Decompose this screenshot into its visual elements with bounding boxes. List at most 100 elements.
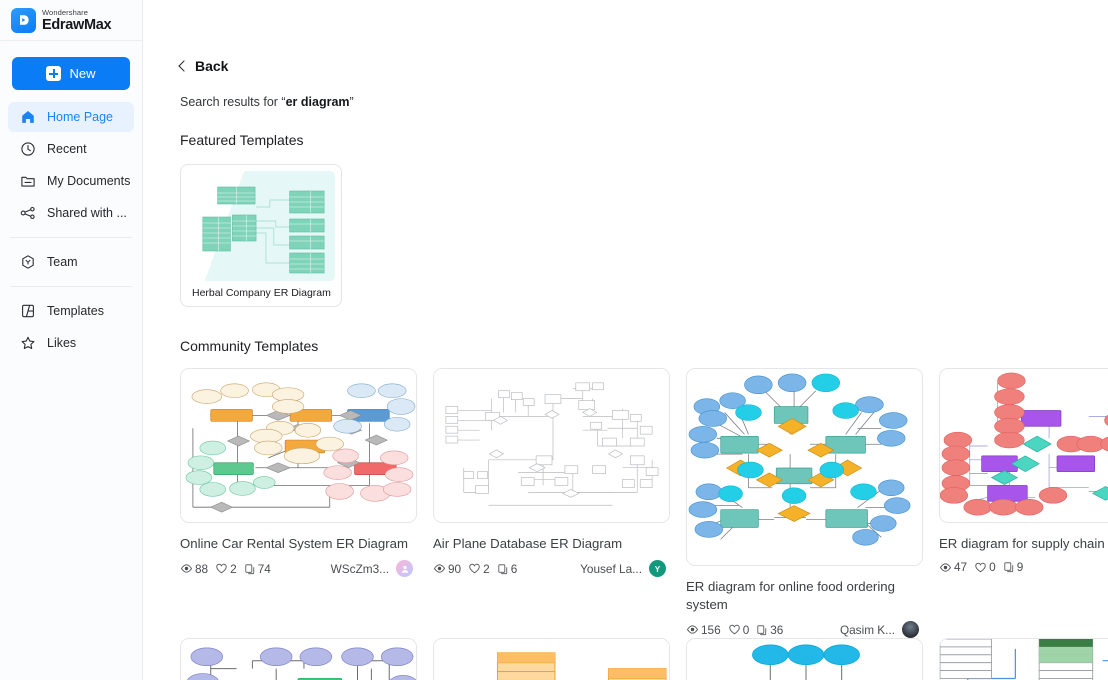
views-count: 88	[195, 561, 209, 576]
copies-count: 74	[257, 561, 271, 576]
author-name: Qasim K...	[839, 622, 895, 637]
home-icon	[20, 109, 36, 125]
search-prefix: Search results for “	[180, 95, 286, 109]
app-root: Wondershare EdrawMax New Home Page Recen…	[0, 0, 1108, 680]
likes-stat: 0	[974, 560, 996, 574]
logo-text: Wondershare EdrawMax	[42, 8, 112, 33]
template-meta: 90 2 6 Yousef La... Y	[433, 560, 666, 578]
likes-count: 0	[742, 622, 750, 637]
templates-icon	[20, 303, 36, 319]
heart-icon	[468, 562, 481, 575]
sidebar-divider	[10, 286, 132, 287]
copies-count: 6	[510, 561, 518, 576]
template-title: Online Car Rental System ER Diagram	[180, 536, 408, 551]
featured-template-card[interactable]: Herbal Company ER Diagram	[180, 164, 342, 307]
search-suffix: ”	[349, 95, 354, 109]
sidebar-item-recent[interactable]: Recent	[8, 134, 134, 164]
likes-stat: 2	[215, 562, 237, 576]
heart-icon	[728, 623, 741, 636]
sidebar-item-templates[interactable]: Templates	[8, 296, 134, 326]
avatar	[396, 560, 413, 578]
heart-icon	[215, 562, 228, 575]
sidebar-item-label: Recent	[47, 142, 87, 156]
avatar	[902, 621, 919, 639]
template-meta: 88 2 74 WScZm3...	[180, 560, 413, 578]
template-card[interactable]: Air Plane Database ER Diagram 90 2 6 You…	[433, 368, 686, 638]
edraw-logo-icon	[11, 7, 36, 33]
sidebar-item-label: Shared with ...	[47, 206, 127, 220]
sidebar-item-my-documents[interactable]: My Documents	[8, 166, 134, 196]
chevron-left-icon	[178, 59, 190, 72]
eye-icon	[433, 562, 446, 575]
copies-count: 36	[770, 622, 784, 637]
folder-icon	[20, 173, 36, 189]
car-rental-er-thumbnail	[180, 368, 417, 523]
team-hexagon-icon	[20, 254, 36, 270]
copy-icon	[244, 563, 256, 575]
copy-icon	[1003, 561, 1015, 573]
template-meta: 47 0 9 Qa	[939, 560, 1108, 574]
template-card[interactable]	[433, 638, 686, 680]
template-card[interactable]	[939, 638, 1108, 680]
template-card[interactable]	[180, 638, 433, 680]
author-name: WScZm3...	[330, 561, 389, 576]
views-stat: 47	[939, 560, 967, 574]
search-results-label: Search results for “er diagram”	[180, 95, 1108, 109]
herbal-er-diagram-thumbnail	[187, 171, 335, 281]
sidebar-item-label: Likes	[47, 336, 77, 350]
template-card[interactable]	[686, 638, 939, 680]
featured-templates-heading: Featured Templates	[180, 132, 304, 148]
eye-icon	[180, 562, 193, 575]
likes-count: 2	[483, 561, 490, 576]
template-title: ER diagram for supply chain	[939, 536, 1105, 551]
eye-icon	[939, 561, 952, 574]
logo-product: EdrawMax	[42, 16, 112, 33]
copies-count: 9	[1016, 560, 1024, 575]
sidebar-nav: Home Page Recent My Documents Shared wit…	[0, 102, 142, 358]
back-label: Back	[195, 58, 229, 74]
airplane-er-thumbnail	[433, 368, 670, 523]
copy-icon	[756, 624, 768, 636]
template-author[interactable]: Qasim K...	[839, 621, 919, 639]
template-stats: 47 0 9	[939, 560, 1023, 574]
eye-icon	[686, 623, 699, 636]
star-icon	[20, 335, 36, 351]
views-stat: 88	[180, 562, 208, 576]
template-card[interactable]: Online Car Rental System ER Diagram 88 2	[180, 368, 433, 638]
sidebar-item-label: My Documents	[47, 174, 131, 188]
template-title: Air Plane Database ER Diagram	[433, 536, 623, 551]
back-button[interactable]: Back	[178, 0, 1108, 74]
featured-template-title: Herbal Company ER Diagram	[192, 287, 331, 299]
template-author[interactable]: Yousef La... Y	[580, 560, 666, 578]
orange-table-er-thumbnail	[433, 638, 670, 680]
template-stats: 156 0 36	[686, 623, 783, 637]
views-count: 47	[954, 560, 968, 575]
likes-stat: 0	[728, 622, 750, 637]
sidebar-item-label: Templates	[47, 304, 104, 318]
app-logo[interactable]: Wondershare EdrawMax	[0, 0, 142, 41]
sidebar-item-team[interactable]: Team	[8, 247, 134, 277]
copy-icon	[497, 563, 509, 575]
plus-square-icon	[46, 66, 62, 81]
heart-icon	[974, 561, 987, 574]
search-query: er diagram	[285, 95, 350, 109]
new-button[interactable]: New	[12, 57, 130, 90]
community-templates-grid: Online Car Rental System ER Diagram 88 2	[180, 368, 1108, 680]
sidebar-divider	[10, 237, 132, 238]
sidebar-item-likes[interactable]: Likes	[8, 328, 134, 358]
template-author[interactable]: WScZm3...	[330, 560, 413, 578]
sidebar: Wondershare EdrawMax New Home Page Recen…	[0, 0, 143, 680]
template-card[interactable]: ER diagram for supply chain 47 0 9	[939, 368, 1108, 638]
avatar: Y	[649, 560, 666, 578]
clock-icon	[20, 141, 36, 157]
author-name: Yousef La...	[580, 561, 642, 576]
template-title: ER diagram for online food ordering syst…	[686, 579, 895, 613]
community-templates-heading: Community Templates	[180, 338, 319, 354]
sidebar-item-home-page[interactable]: Home Page	[8, 102, 134, 132]
template-card[interactable]: ER diagram for online food ordering syst…	[686, 368, 939, 639]
supply-chain-er-thumbnail	[939, 368, 1108, 523]
sidebar-item-shared-with[interactable]: Shared with ...	[8, 198, 134, 228]
template-stats: 88 2 74	[180, 562, 271, 576]
food-ordering-er-thumbnail	[686, 368, 923, 566]
sidebar-item-label: Home Page	[47, 110, 114, 124]
